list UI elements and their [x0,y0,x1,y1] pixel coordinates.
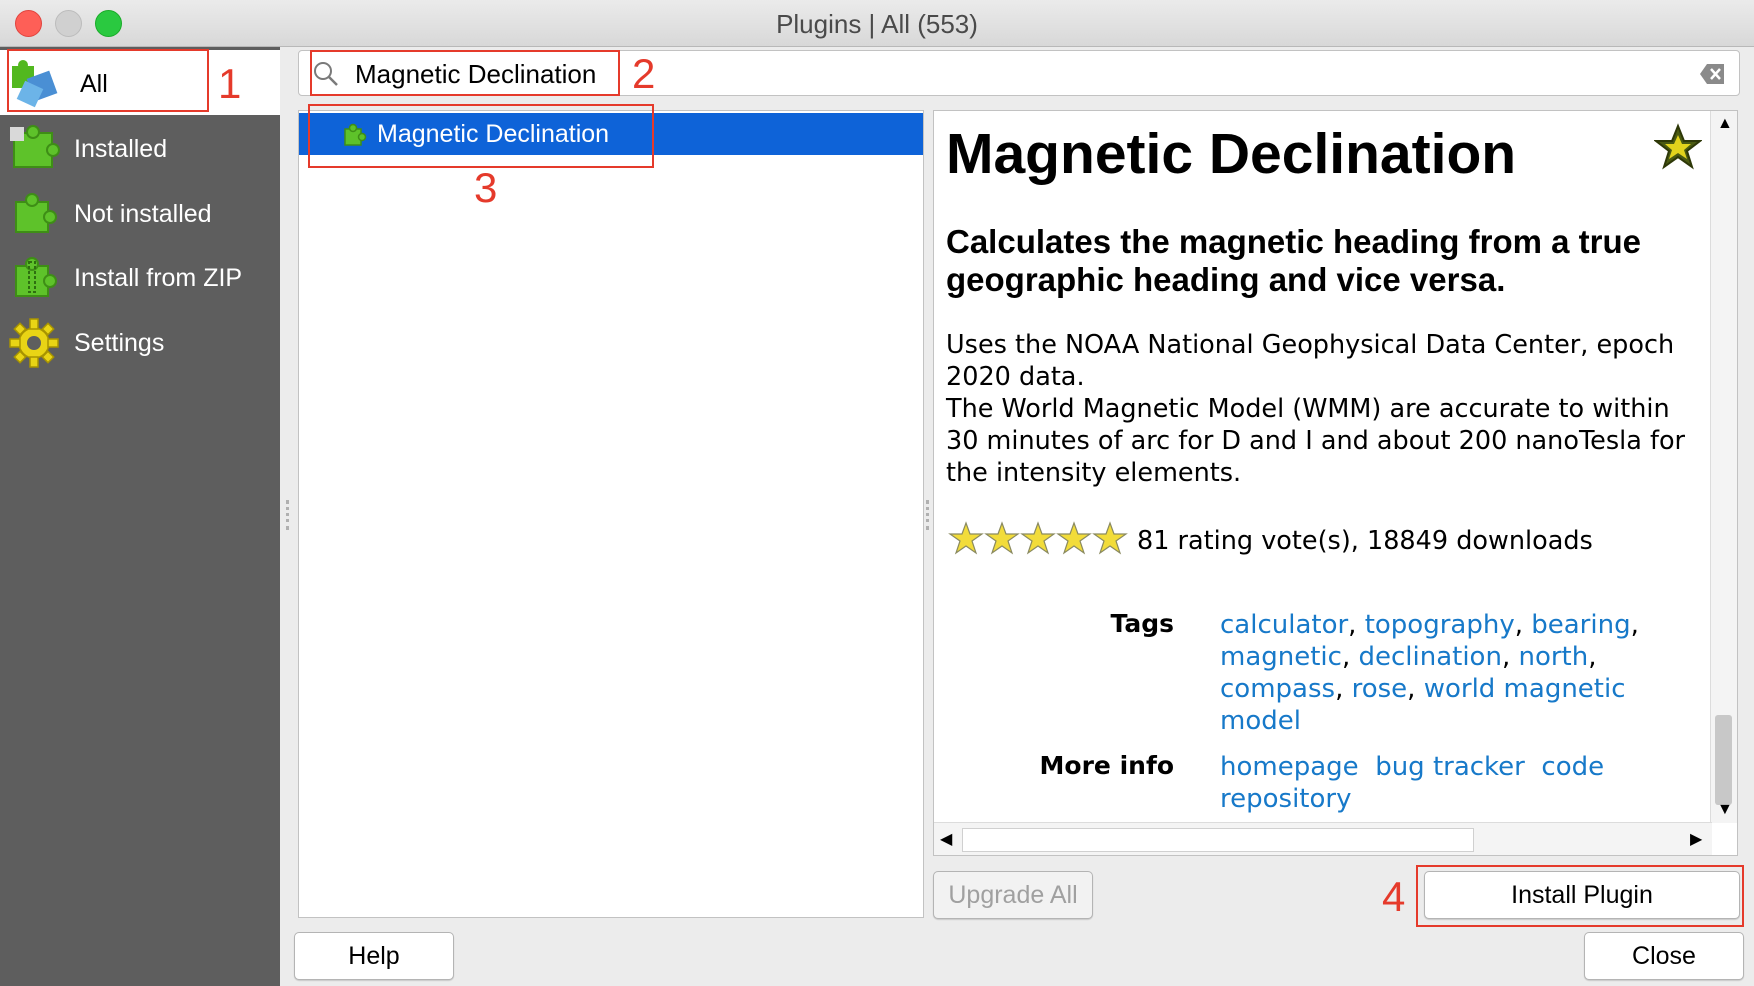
plugin-details: Magnetic Declination Calculates the magn… [933,110,1738,856]
plugin-summary: Calculates the magnetic heading from a t… [946,223,1641,298]
sidebar-item-settings[interactable]: Settings [0,309,280,377]
vertical-scrollbar[interactable]: ▲ ▼ [1710,111,1737,823]
star-icon [1056,521,1092,555]
horizontal-scroll-thumb[interactable] [962,828,1474,852]
tag-link[interactable]: north [1518,642,1588,672]
star-icon [984,521,1020,555]
sidebar-item-not-installed[interactable]: Not installed [0,180,280,248]
description-line: Uses the NOAA National Geophysical Data … [946,330,1675,392]
vertical-scroll-thumb[interactable] [1715,715,1732,805]
plugin-zip-icon [15,257,57,297]
annotation-box-2 [310,50,620,96]
upgrade-all-button[interactable]: Upgrade All [933,871,1093,919]
sidebar-item-label: Settings [74,329,165,357]
help-button[interactable]: Help [294,932,454,980]
sidebar-item-install-from-zip[interactable]: Install from ZIP [0,244,280,312]
scroll-up-icon[interactable]: ▲ [1717,115,1733,133]
tag-link[interactable]: topography [1365,610,1515,640]
tag-link[interactable]: compass [1220,674,1335,704]
scroll-left-icon[interactable]: ◀ [940,829,952,849]
tag-link[interactable]: rose [1352,674,1408,704]
clear-search-icon[interactable] [1699,63,1725,85]
annotation-number-1: 1 [218,60,242,107]
tag-link[interactable]: calculator [1220,610,1348,640]
rating-text: 81 rating vote(s), 18849 downloads [1137,526,1593,556]
splitter-handle[interactable] [286,500,293,530]
annotation-number-4: 4 [1382,873,1406,920]
sidebar-item-label: Install from ZIP [74,264,243,292]
plugin-not-installed-icon [15,193,57,233]
rating-stars [948,521,1128,555]
sidebar-item-installed[interactable]: Installed [0,115,280,183]
settings-gear-icon [9,318,59,368]
scroll-down-icon[interactable]: ▼ [1717,801,1733,819]
more-info-links: homepage bug tracker code repository [1220,751,1640,815]
title-bar: Plugins | All (553) [0,0,1754,47]
tag-link[interactable]: bearing [1531,610,1630,640]
sidebar-item-label: Not installed [74,200,212,228]
favorite-star-icon[interactable] [1654,123,1702,171]
bug-tracker-link[interactable]: bug tracker [1375,752,1525,782]
tag-link[interactable]: declination [1358,642,1501,672]
homepage-link[interactable]: homepage [1220,752,1359,782]
splitter-handle[interactable] [926,500,933,530]
plugin-installed-icon [10,125,60,168]
tags-label: Tags [1110,609,1174,638]
horizontal-scrollbar[interactable]: ◀ ▶ [934,822,1712,855]
annotation-number-3: 3 [474,164,498,211]
sidebar: All Installed Not installed Install from… [0,47,280,986]
more-info-label: More info [1039,751,1174,780]
description-line: The World Magnetic Model (WMM) are accur… [946,394,1686,488]
scroll-right-icon[interactable]: ▶ [1690,829,1702,849]
plugin-description: Uses the NOAA National Geophysical Data … [946,329,1706,489]
star-icon [948,521,984,555]
plugin-title: Magnetic Declination [946,122,1517,186]
tags-links: calculator, topography, bearing, magneti… [1220,610,1639,736]
annotation-box-1 [7,49,209,112]
close-button[interactable]: Close [1584,932,1744,980]
star-icon [1092,521,1128,555]
annotation-box-4 [1416,865,1744,927]
window-title: Plugins | All (553) [776,9,978,39]
annotation-number-2: 2 [632,50,656,97]
tag-link[interactable]: magnetic [1220,642,1342,672]
star-icon [1020,521,1056,555]
sidebar-item-label: Installed [74,135,168,163]
plugin-list: Magnetic Declination [298,110,924,918]
annotation-box-3 [308,104,654,168]
